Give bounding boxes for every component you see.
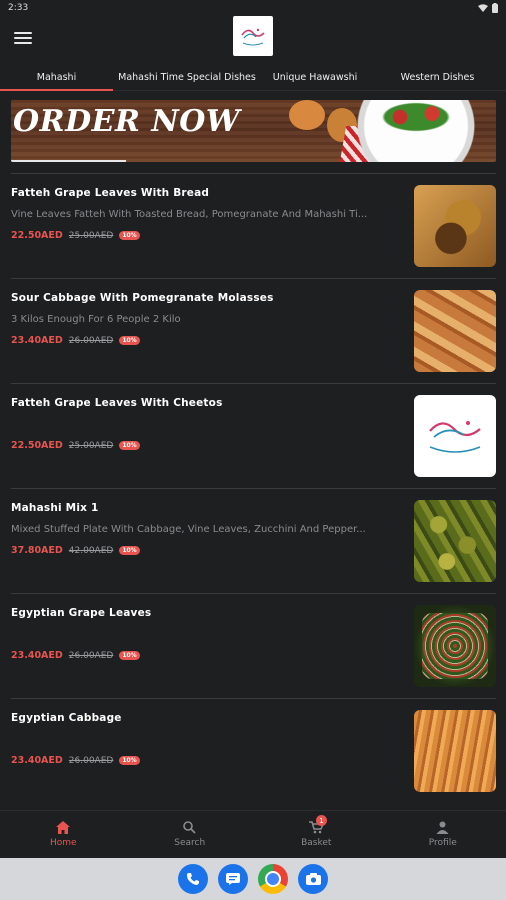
tab-western-dishes[interactable]: Western Dishes	[369, 64, 506, 90]
item-name: Egyptian Grape Leaves	[11, 607, 152, 619]
promo-banner[interactable]: ORDER NOW	[11, 100, 496, 162]
banner-salad-image	[376, 100, 456, 134]
item-description: Vine Leaves Fatteh With Toasted Bread, P…	[11, 209, 368, 220]
item-description: 3 Kilos Enough For 6 People 2 Kilo	[11, 314, 181, 325]
list-item[interactable]: Fatteh Grape Leaves With Bread Vine Leav…	[11, 173, 496, 278]
nav-home[interactable]: Home	[0, 811, 127, 858]
item-price: 22.50AED	[11, 440, 63, 451]
item-price: 23.40AED	[11, 650, 63, 661]
list-item[interactable]: Mahashi Mix 1 Mixed Stuffed Plate With C…	[11, 488, 496, 593]
list-item[interactable]: Egyptian Cabbage 23.40AED 26.00AED 10%	[11, 698, 496, 803]
status-time: 2:33	[8, 3, 29, 13]
menu-item-list: Fatteh Grape Leaves With Bread Vine Leav…	[11, 173, 496, 803]
nav-profile[interactable]: Profile	[380, 811, 506, 858]
item-image	[414, 395, 496, 477]
mahashi-time-logo-icon	[241, 28, 265, 46]
item-old-price: 26.00AED	[68, 650, 114, 661]
brand-logo[interactable]	[233, 16, 273, 56]
item-description: Mixed Stuffed Plate With Cabbage, Vine L…	[11, 524, 366, 535]
bottom-navigation: Home Search 1 Basket Profile	[0, 810, 506, 858]
discount-badge: 10%	[119, 336, 140, 345]
item-old-price: 26.00AED	[68, 335, 114, 346]
basket-count-badge: 1	[316, 815, 327, 826]
item-image	[414, 710, 496, 792]
item-name: Egyptian Cabbage	[11, 712, 122, 724]
nav-profile-label: Profile	[428, 838, 457, 848]
list-item[interactable]: Fatteh Grape Leaves With Cheetos 22.50AE…	[11, 383, 496, 488]
discount-badge: 10%	[119, 441, 140, 450]
banner-indicator	[11, 160, 126, 162]
nav-search-label: Search	[174, 838, 206, 848]
menu-line-icon	[14, 37, 32, 39]
tab-mahashi[interactable]: Mahashi	[0, 64, 113, 91]
item-name: Fatteh Grape Leaves With Bread	[11, 187, 210, 199]
banner-spoon-image	[289, 100, 325, 130]
profile-icon	[436, 821, 449, 834]
item-image	[414, 500, 496, 582]
banner-title: ORDER NOW	[13, 104, 241, 139]
item-name: Mahashi Mix 1	[11, 502, 99, 514]
chrome-app-icon[interactable]	[258, 864, 288, 894]
item-price: 23.40AED	[11, 335, 63, 346]
item-old-price: 25.00AED	[68, 230, 114, 241]
item-price: 22.50AED	[11, 230, 63, 241]
list-item[interactable]: Egyptian Grape Leaves 23.40AED 26.00AED …	[11, 593, 496, 698]
camera-app-icon[interactable]	[298, 864, 328, 894]
item-image	[414, 605, 496, 687]
item-old-price: 42.00AED	[68, 545, 114, 556]
app-header	[0, 16, 506, 64]
messages-app-icon[interactable]	[218, 864, 248, 894]
nav-basket-label: Basket	[301, 838, 332, 848]
mahashi-time-logo-icon	[429, 421, 481, 453]
tab-unique-hawawshi[interactable]: Unique Hawawshi	[261, 64, 369, 90]
item-name: Fatteh Grape Leaves With Cheetos	[11, 397, 223, 409]
list-item[interactable]: Sour Cabbage With Pomegranate Molasses 3…	[11, 278, 496, 383]
status-icons	[478, 3, 498, 13]
discount-badge: 10%	[119, 546, 140, 555]
battery-icon	[492, 3, 498, 13]
item-old-price: 26.00AED	[68, 755, 114, 766]
item-price: 37.80AED	[11, 545, 63, 556]
category-tabs: Mahashi Mahashi Time Special Dishes Uniq…	[0, 64, 506, 91]
menu-line-icon	[14, 42, 32, 44]
phone-app-icon[interactable]	[178, 864, 208, 894]
item-image	[414, 185, 496, 267]
hamburger-menu-button[interactable]	[14, 30, 32, 46]
status-bar: 2:33	[0, 0, 506, 16]
nav-search[interactable]: Search	[127, 811, 254, 858]
system-dock	[0, 858, 506, 900]
item-image	[414, 290, 496, 372]
search-icon	[183, 821, 196, 834]
discount-badge: 10%	[119, 756, 140, 765]
discount-badge: 10%	[119, 651, 140, 660]
nav-home-label: Home	[49, 838, 77, 848]
home-icon	[56, 821, 71, 834]
item-name: Sour Cabbage With Pomegranate Molasses	[11, 292, 274, 304]
discount-badge: 10%	[119, 231, 140, 240]
item-old-price: 25.00AED	[68, 440, 114, 451]
tab-mahashi-time-special-dishes[interactable]: Mahashi Time Special Dishes	[113, 64, 261, 90]
item-price: 23.40AED	[11, 755, 63, 766]
wifi-icon	[478, 3, 488, 12]
menu-line-icon	[14, 32, 32, 34]
nav-basket[interactable]: 1 Basket	[253, 811, 380, 858]
